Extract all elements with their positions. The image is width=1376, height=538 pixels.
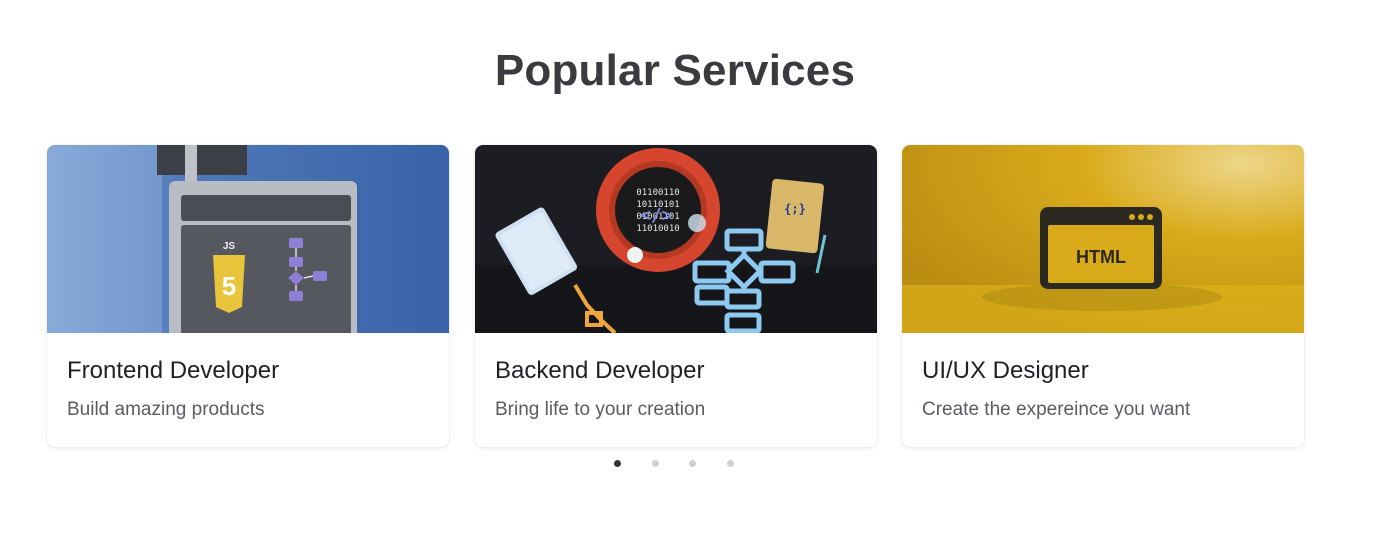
carousel-dot-2[interactable] — [651, 460, 659, 467]
card-title: UI/UX Designer — [922, 357, 1089, 384]
carousel-dot-3[interactable] — [689, 460, 696, 467]
card-subtitle: Create the expereince you want — [922, 399, 1191, 420]
svg-text:01100110: 01100110 — [636, 188, 679, 198]
carousel-dot-1[interactable] — [614, 460, 621, 467]
card-title: Backend Developer — [495, 357, 705, 384]
svg-text:</>: </> — [640, 205, 673, 226]
frontend-illustration: JS 5 — [47, 145, 449, 333]
svg-text:JS: JS — [223, 241, 236, 252]
html-label: HTML — [1076, 247, 1126, 267]
service-card-uiux[interactable]: HTML UI/UX Designer Create the expereinc… — [902, 145, 1304, 447]
card-subtitle: Build amazing products — [67, 399, 265, 420]
uiux-illustration: HTML — [902, 145, 1304, 333]
service-card-frontend[interactable]: JS 5 Frontend Developer Build amazing pr… — [47, 145, 449, 447]
svg-text:5: 5 — [222, 271, 236, 301]
svg-text:{;}: {;} — [784, 202, 806, 216]
card-title: Frontend Developer — [67, 357, 280, 384]
card-subtitle: Bring life to your creation — [495, 399, 706, 420]
carousel-dot-4[interactable] — [726, 460, 734, 467]
backend-illustration: 01100110 10110101 01001101 11010010 </> … — [475, 145, 877, 333]
service-card-backend[interactable]: 01100110 10110101 01001101 11010010 </> … — [475, 145, 877, 447]
page-title: Popular Services — [494, 46, 856, 95]
